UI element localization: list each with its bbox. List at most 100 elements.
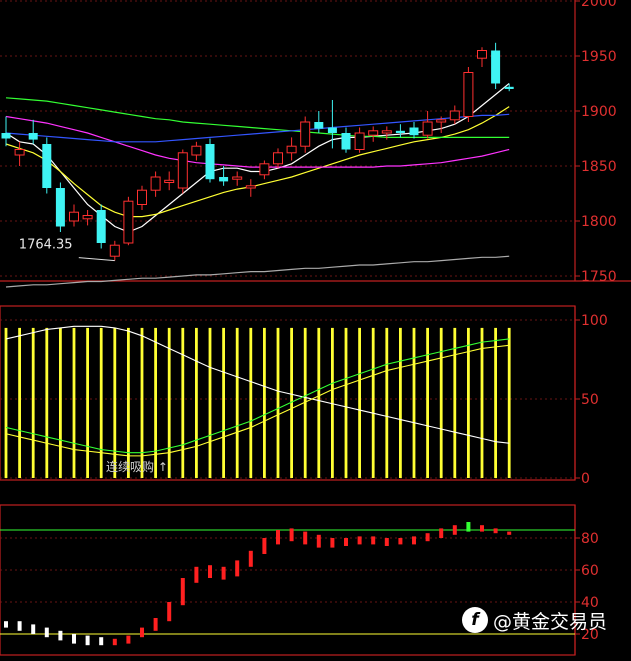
indicator-bar xyxy=(4,621,8,628)
kdj-line-k xyxy=(5,325,510,444)
kdj-bar xyxy=(412,327,416,478)
kdj-bar xyxy=(113,327,117,478)
kdj-bar xyxy=(358,327,361,478)
indicator-bar xyxy=(507,531,512,535)
candle-body xyxy=(191,145,202,156)
kdj-bar xyxy=(222,327,225,478)
candle-body xyxy=(28,133,38,140)
indicator-bar xyxy=(439,528,444,538)
kdj-tick-label: 100 xyxy=(581,313,608,329)
kdj-bar xyxy=(4,327,8,478)
candle-body xyxy=(205,144,215,180)
candle-body xyxy=(381,130,392,134)
candle-body xyxy=(409,127,419,136)
indicator-bar xyxy=(72,634,76,644)
stock-chart: 1750 1800 1850 1900 1950 2000 1764.35 0 50 100 连续… xyxy=(0,0,631,656)
candle-body xyxy=(259,163,270,176)
candle-body xyxy=(354,132,365,150)
moving-average-line-3 xyxy=(5,115,510,168)
watermark: f @黄金交易员 xyxy=(462,604,607,636)
indicator-bar xyxy=(452,525,457,535)
kdj-bar xyxy=(317,327,321,478)
candle-body xyxy=(123,200,134,244)
kdj-tick-label: 0 xyxy=(581,471,590,487)
candle-body xyxy=(55,188,65,227)
kdj-bar xyxy=(72,327,76,478)
kdj-bar xyxy=(453,327,457,478)
kdj-bar xyxy=(426,327,429,478)
kdj-bar xyxy=(208,327,212,478)
kdj-line-d xyxy=(5,338,510,454)
indicator-bar xyxy=(153,618,158,631)
kdj-bar xyxy=(344,327,348,478)
kdj-panel: 0 50 100 连续吸购 ↑ xyxy=(0,305,608,487)
toutiao-logo-icon: f xyxy=(462,607,488,633)
candle-body xyxy=(177,152,188,189)
candle-body xyxy=(327,127,337,133)
candle-body xyxy=(164,179,175,184)
indicator-bar xyxy=(180,578,185,606)
kdj-bar xyxy=(31,327,35,478)
candle-body xyxy=(232,176,243,180)
candle-body xyxy=(219,177,229,182)
candle-body xyxy=(1,133,11,139)
kdj-bar xyxy=(195,327,198,478)
kdj-bar xyxy=(494,327,497,478)
candle-body xyxy=(314,122,324,129)
indicator-bar xyxy=(344,538,348,546)
kdj-bar xyxy=(59,327,62,478)
candle-body xyxy=(491,50,501,84)
low-pointer-line xyxy=(78,257,115,262)
indicator-bar xyxy=(112,638,117,646)
candle-body xyxy=(463,72,474,117)
kdj-bar xyxy=(371,327,375,478)
candle-body xyxy=(82,215,93,220)
kdj-bar xyxy=(480,327,484,478)
moving-average-line-2 xyxy=(5,106,510,218)
indicator-bar xyxy=(208,565,212,578)
kdj-bar xyxy=(86,327,89,478)
indicator-tick-label: 60 xyxy=(581,563,599,579)
indicator-bar xyxy=(17,621,22,631)
indicator-bar xyxy=(384,538,389,546)
price-tick-label: 2000 xyxy=(581,0,617,10)
moving-average-line-6 xyxy=(5,255,510,288)
indicator-bar xyxy=(167,602,172,622)
price-tick-label: 1850 xyxy=(581,159,617,175)
kdj-bar xyxy=(399,327,402,478)
candle-body xyxy=(150,176,161,191)
moving-average-line-1 xyxy=(5,83,510,233)
indicator-bar xyxy=(221,566,226,580)
indicator-bar xyxy=(126,635,131,644)
candle-body xyxy=(300,121,311,147)
kdj-bar xyxy=(385,327,389,478)
candle-body xyxy=(69,211,79,222)
candle-body xyxy=(449,110,460,121)
candle-body xyxy=(42,144,52,188)
indicator-bar xyxy=(248,550,253,567)
indicator-bar xyxy=(371,536,376,545)
indicator-bar xyxy=(31,624,36,634)
indicator-bar xyxy=(316,534,321,548)
candle-body xyxy=(273,152,283,165)
candle-body xyxy=(477,50,487,59)
watermark-text: @黄金交易员 xyxy=(493,610,608,633)
kdj-bar xyxy=(276,327,280,478)
price-tick-label: 1950 xyxy=(581,49,617,65)
kdj-bar xyxy=(18,327,21,478)
indicator-bar xyxy=(194,566,199,583)
indicator-bar xyxy=(140,627,144,638)
indicator-bar xyxy=(289,528,294,542)
indicator-bar xyxy=(466,522,471,532)
indicator-bar xyxy=(262,538,267,554)
kdj-line-j xyxy=(5,344,510,457)
kdj-bar xyxy=(154,327,157,478)
indicator-tick-label: 80 xyxy=(581,531,599,547)
candle-body xyxy=(14,149,25,156)
indicator-bar xyxy=(235,560,240,577)
indicator-bar xyxy=(276,530,280,545)
indicator-bar xyxy=(44,627,49,638)
kdj-bar xyxy=(167,327,171,478)
kdj-bar xyxy=(439,327,443,478)
candle-body xyxy=(341,133,351,150)
